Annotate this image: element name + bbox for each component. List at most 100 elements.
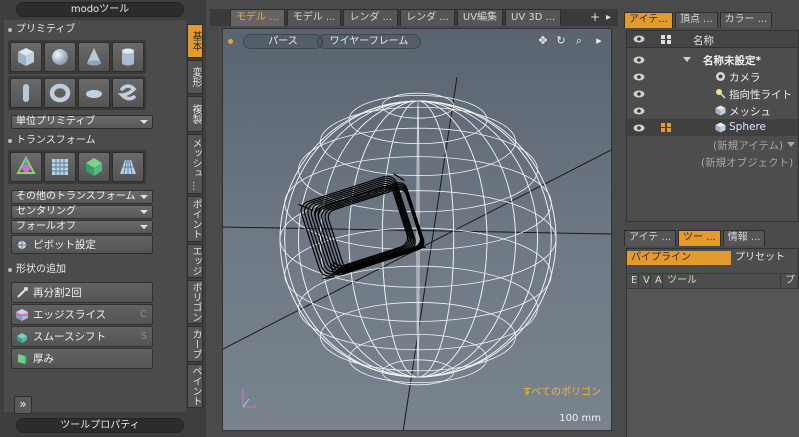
tube-tool-button[interactable] <box>112 78 144 108</box>
expand-triangle-icon[interactable] <box>683 57 691 62</box>
chevron-down-icon[interactable] <box>787 142 795 147</box>
grid-transform-button[interactable] <box>44 152 76 182</box>
torus-tool-button[interactable] <box>44 78 76 108</box>
column-visible[interactable]: V <box>639 274 651 288</box>
perspective-mode-button[interactable]: パース <box>243 34 323 49</box>
more-tools-button[interactable]: » <box>14 396 32 414</box>
smooth-shift-icon <box>15 330 29 344</box>
tab-paint[interactable]: ペイント <box>187 364 203 408</box>
eye-icon[interactable] <box>633 35 645 43</box>
cube-tool-button[interactable] <box>10 42 42 72</box>
camera-item-row[interactable]: カメラ <box>627 68 798 85</box>
tab-edge[interactable]: エッジ <box>187 244 203 278</box>
transform-tool-button[interactable] <box>10 152 42 182</box>
subdivide-icon <box>15 286 29 300</box>
tab-render-2[interactable]: レンダ ... <box>400 9 455 26</box>
light-item-row[interactable]: 指向性ライト <box>627 85 798 102</box>
cone-tool-button[interactable] <box>78 42 110 72</box>
axis-gizmo <box>242 389 257 408</box>
other-transform-dropdown[interactable]: その他のトランスフォーム <box>11 190 153 204</box>
chevron-down-icon <box>140 195 148 199</box>
tab-items[interactable]: アイテ... <box>624 12 673 28</box>
sphere-tool-button[interactable] <box>44 42 76 72</box>
tab-item-props[interactable]: アイテ ... <box>624 230 677 246</box>
column-tool[interactable]: ツール <box>663 274 781 288</box>
selected-grid-icon[interactable] <box>661 123 671 132</box>
centering-dropdown[interactable]: センタリング <box>11 205 153 219</box>
column-enable[interactable]: E <box>627 274 639 288</box>
thicken-button[interactable]: 厚み <box>11 348 153 369</box>
move-view-icon[interactable]: ✥ <box>537 35 549 47</box>
pivot-icon <box>15 238 29 252</box>
scene-item-row[interactable]: 名称未設定* <box>627 51 798 68</box>
tab-uv-edit[interactable]: UV編集 <box>456 9 504 26</box>
grid-icon <box>52 159 68 175</box>
sphere-item-row[interactable]: Sphere <box>627 119 798 136</box>
3d-viewport[interactable]: パース ワイヤーフレーム ✥ ↻ ⌕ ▸ すべてのポリゴン 100 mm <box>222 28 612 431</box>
edge-slice-button[interactable]: エッジスライス C <box>11 304 153 325</box>
tab-presets[interactable]: プリセット <box>731 251 789 265</box>
tab-model-2[interactable]: モデル ... <box>286 9 342 26</box>
eye-icon[interactable] <box>633 90 645 98</box>
subdivide-button[interactable]: 再分割2回 <box>11 282 153 303</box>
tab-mesh[interactable]: メッシュ ... <box>187 134 203 194</box>
other-transform-label: その他のトランスフォーム <box>16 191 136 202</box>
tab-model-1[interactable]: モデル ... <box>230 9 285 26</box>
tab-curve[interactable]: カーブ <box>187 326 203 362</box>
tab-point[interactable]: ポイント <box>187 196 203 242</box>
rotate-view-icon[interactable]: ↻ <box>555 35 567 47</box>
tab-polygon[interactable]: ポリゴン <box>187 280 203 324</box>
selection-mode-label: すべてのポリゴン <box>522 387 601 398</box>
eye-icon[interactable] <box>633 124 645 132</box>
perspective-transform-button[interactable] <box>112 152 144 182</box>
tab-uv-3d[interactable]: UV 3D ... <box>505 9 562 26</box>
capsule-tool-button[interactable] <box>10 78 42 108</box>
zoom-view-icon[interactable]: ⌕ <box>573 35 585 47</box>
toolbox-title[interactable]: modoツール <box>16 2 184 17</box>
eye-icon[interactable] <box>633 107 645 115</box>
tab-tools[interactable]: ツー ... <box>678 230 721 246</box>
unit-primitive-dropdown[interactable]: 単位プリミティブ <box>11 115 153 129</box>
primitive-section-header[interactable]: プリミティブ <box>8 22 75 37</box>
box-wireframe <box>298 173 426 280</box>
shape-add-section-header[interactable]: 形状の追加 <box>8 262 66 277</box>
chevron-down-icon <box>140 120 148 124</box>
left-toolbox: modoツール プリミティブ 単位プリミティブ トランスフォーム その他のトラン… <box>0 0 206 437</box>
new-object-row[interactable]: (新規オブジェクト) <box>627 153 798 170</box>
shape-add-section-label: 形状の追加 <box>16 264 66 275</box>
lock-grid-icon[interactable] <box>661 35 671 44</box>
cylinder-tool-button[interactable] <box>112 42 144 72</box>
tab-basic[interactable]: 基本 <box>187 24 203 58</box>
ellipsoid-tool-button[interactable] <box>78 78 110 108</box>
smooth-shift-button[interactable]: スムースシフト S <box>11 326 153 347</box>
viewport-menu-icon[interactable]: ▸ <box>593 35 605 47</box>
pivot-set-button[interactable]: ピボット設定 <box>11 235 153 254</box>
transform-section-header[interactable]: トランスフォーム <box>8 133 96 148</box>
viewport-options-icon[interactable] <box>228 39 233 44</box>
eye-icon[interactable] <box>633 73 645 81</box>
eye-icon[interactable] <box>633 56 645 64</box>
tab-render-1[interactable]: レンダ ... <box>343 9 399 26</box>
new-item-row[interactable]: (新規アイテム) <box>627 136 798 153</box>
column-active[interactable]: A <box>651 274 663 288</box>
tab-deform[interactable]: 変形 <box>187 60 203 94</box>
chevron-down-icon <box>140 225 148 229</box>
pipeline-list[interactable] <box>627 289 799 437</box>
tab-vertex[interactable]: 頂点 ... <box>674 12 718 28</box>
section-bullet-icon <box>8 27 12 32</box>
cone-icon <box>87 48 101 66</box>
mesh-cube-icon <box>715 105 726 116</box>
column-property[interactable]: プ <box>781 274 799 288</box>
tab-pipeline[interactable]: パイプライン <box>627 251 731 265</box>
warp-transform-button[interactable] <box>78 152 110 182</box>
more-tabs-icon[interactable]: ▸ <box>606 9 611 26</box>
tool-properties-bar[interactable]: ツールプロパティ <box>16 418 184 433</box>
tab-duplicate[interactable]: 複製 <box>187 96 203 132</box>
wireframe-mode-button[interactable]: ワイヤーフレーム <box>317 34 421 49</box>
mesh-item-row[interactable]: メッシュ <box>627 102 798 119</box>
add-tab-button[interactable]: + <box>590 9 600 26</box>
primitive-row-2 <box>8 76 146 110</box>
tab-color[interactable]: カラー ... <box>719 12 773 28</box>
tab-info[interactable]: 情報 ... <box>722 230 766 246</box>
falloff-dropdown[interactable]: フォールオフ <box>11 220 153 234</box>
